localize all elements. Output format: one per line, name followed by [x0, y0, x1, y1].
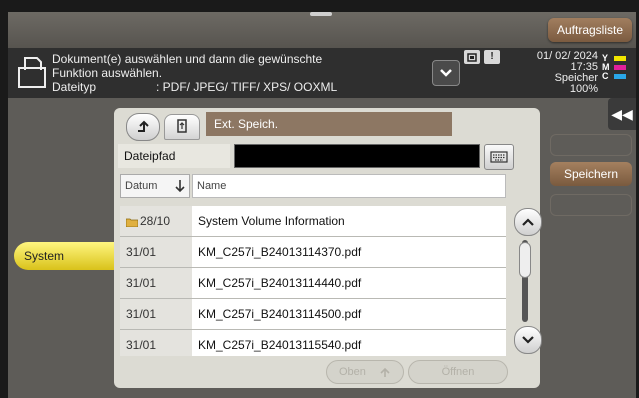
- path-label: Dateipfad: [118, 144, 230, 168]
- up-arrow-icon: [380, 367, 390, 377]
- expand-icon: [440, 69, 452, 77]
- filetype-value: : PDF/ JPEG/ TIFF/ XPS/ OOXML: [156, 80, 338, 94]
- path-field[interactable]: [234, 144, 480, 168]
- message-line-2: Funktion auswählen.: [52, 66, 163, 80]
- box-icon: [467, 53, 477, 62]
- collapse-icon: ◀◀: [611, 105, 633, 122]
- toner-c: C: [602, 72, 632, 81]
- file-date: 31/01: [120, 268, 192, 298]
- expand-message-button[interactable]: [432, 60, 460, 86]
- scrollbar-thumb[interactable]: [519, 242, 531, 278]
- date-column-label: Datum: [125, 180, 158, 192]
- file-browser-panel: Ext. Speich. Dateipfad Datum Name 28/10 …: [114, 108, 542, 388]
- system-tab[interactable]: System: [14, 242, 114, 270]
- scroll-down-button[interactable]: [514, 326, 542, 354]
- toner-m-bar: [614, 65, 626, 70]
- sort-by-name-header[interactable]: Name: [192, 174, 506, 198]
- toner-levels[interactable]: Y M C: [602, 54, 632, 81]
- usb-storage-button[interactable]: [164, 114, 200, 140]
- toner-c-label: C: [602, 71, 609, 81]
- list-item[interactable]: 28/10 System Volume Information: [120, 206, 506, 236]
- file-name: System Volume Information: [192, 206, 506, 236]
- toner-y-bar: [614, 56, 626, 61]
- oben-button[interactable]: Oben: [326, 360, 404, 384]
- list-item[interactable]: 31/01 KM_C257i_B24013114370.pdf: [120, 237, 506, 267]
- document-icon: [18, 57, 46, 88]
- sort-down-icon: [175, 180, 185, 193]
- file-date: 31/01: [120, 299, 192, 329]
- sort-by-date-header[interactable]: Datum: [120, 174, 190, 198]
- screen-frame: Auftragsliste Dokument(e) auswählen und …: [8, 12, 636, 398]
- status-bar: Dokument(e) auswählen und dann die gewün…: [8, 48, 636, 98]
- folder-icon: [126, 218, 138, 227]
- up-folder-icon: [138, 120, 149, 132]
- file-date: 28/10: [120, 206, 192, 236]
- right-action-button-1[interactable]: [550, 134, 632, 156]
- speichern-button[interactable]: Speichern: [550, 162, 632, 186]
- file-date: 31/01: [120, 237, 192, 267]
- oeffnen-button[interactable]: Öffnen: [408, 360, 508, 384]
- instruction-message: Dokument(e) auswählen und dann die gewün…: [52, 52, 322, 80]
- collapse-panel-button[interactable]: ◀◀: [608, 98, 636, 130]
- file-date: 31/01: [120, 330, 192, 356]
- up-folder-button[interactable]: [126, 113, 160, 141]
- toner-c-bar: [614, 74, 626, 79]
- scroll-up-button[interactable]: [514, 208, 542, 236]
- usb-icon: [177, 119, 187, 133]
- message-line-1: Dokument(e) auswählen und dann die gewün…: [52, 52, 323, 66]
- list-item[interactable]: 31/01 KM_C257i_B24013114440.pdf: [120, 268, 506, 298]
- filetype-label: Dateityp: [52, 80, 97, 94]
- file-name: KM_C257i_B24013114440.pdf: [192, 268, 506, 298]
- keyboard-icon: [490, 151, 508, 163]
- top-grab-handle[interactable]: [310, 12, 332, 16]
- keyboard-button[interactable]: [484, 144, 514, 170]
- oben-label: Oben: [339, 366, 366, 378]
- file-date-value: 28/10: [140, 214, 171, 228]
- scroll-down-icon: [522, 336, 534, 344]
- warning-icon[interactable]: !: [484, 50, 500, 64]
- storage-location: Ext. Speich.: [206, 112, 452, 136]
- file-name: KM_C257i_B24013115540.pdf: [192, 330, 506, 356]
- list-item[interactable]: 31/01 KM_C257i_B24013114500.pdf: [120, 299, 506, 329]
- right-action-button-3[interactable]: [550, 194, 632, 216]
- job-status-icon[interactable]: [464, 50, 480, 64]
- file-list: 28/10 System Volume Information 31/01 KM…: [120, 206, 506, 356]
- list-item[interactable]: 31/01 KM_C257i_B24013115540.pdf: [120, 330, 506, 356]
- scroll-up-icon: [522, 218, 534, 226]
- job-list-button[interactable]: Auftragsliste: [548, 18, 632, 42]
- memory-value: 100%: [569, 83, 598, 95]
- name-column-label: Name: [197, 180, 227, 192]
- top-strip: Auftragsliste: [8, 12, 636, 48]
- file-name: KM_C257i_B24013114500.pdf: [192, 299, 506, 329]
- file-name: KM_C257i_B24013114370.pdf: [192, 237, 506, 267]
- filetype-info: Dateityp : PDF/ JPEG/ TIFF/ XPS/ OOXML: [52, 80, 337, 94]
